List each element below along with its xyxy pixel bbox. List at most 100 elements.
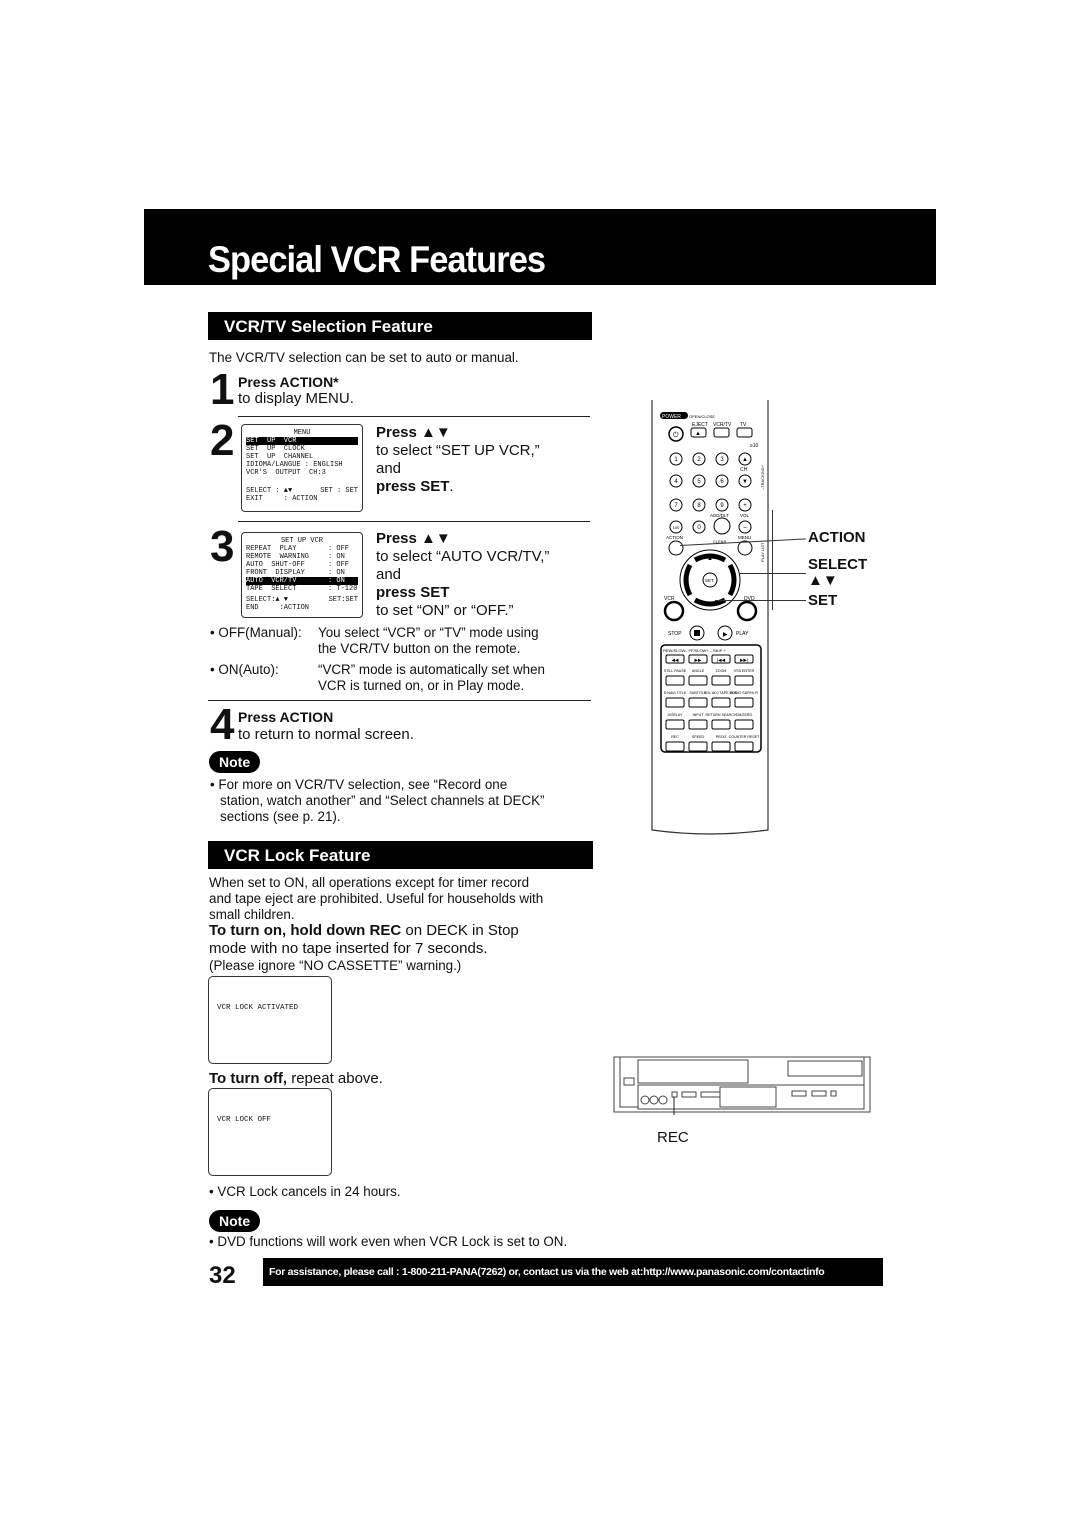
svg-text:◀◀: ◀◀	[672, 658, 679, 663]
step3-text3: to set “ON” or “OFF.”	[376, 602, 514, 619]
remote-button-label: REC	[671, 735, 679, 739]
svg-text:▲: ▲	[707, 556, 713, 562]
screen-lock-off: VCR LOCK OFF	[208, 1088, 332, 1176]
remote-button-label: AUDIO SAP/Hi-Fi	[730, 691, 758, 695]
section-heading-lock: VCR Lock Feature	[208, 841, 593, 869]
option-off: • OFF(Manual): You select “VCR” or “TV” m…	[210, 625, 539, 656]
svg-text:≥10: ≥10	[750, 443, 759, 449]
osd-exit: EXIT : ACTION	[246, 495, 318, 503]
svg-text:|◀◀: |◀◀	[717, 658, 726, 663]
step3-text1: to select “AUTO VCR/TV,”	[376, 548, 550, 565]
step2-number: 2	[210, 416, 235, 465]
osd-title: SET UP VCR	[280, 537, 323, 545]
lock-ignore: (Please ignore “NO CASSETTE” warning.)	[209, 958, 462, 973]
remote-button	[688, 719, 708, 730]
deck-illustration	[613, 1056, 871, 1115]
step2-bold2: press SET	[376, 478, 450, 495]
select-leader-line	[740, 573, 806, 574]
svg-text:CH: CH	[740, 467, 748, 473]
rec-button	[671, 1091, 678, 1098]
svg-text:▼: ▼	[742, 479, 748, 485]
note-badge: Note	[209, 751, 261, 773]
remote-button-label: SPEED	[692, 735, 705, 739]
remote-button	[688, 697, 708, 708]
page-title: Special VCR Features	[208, 239, 546, 280]
step4-number: 4	[210, 700, 235, 749]
lock-turn-on: To turn on, hold down REC on DECK in Sto…	[209, 922, 519, 957]
svg-text:▶: ▶	[723, 632, 728, 638]
svg-text:VCR/TV: VCR/TV	[713, 422, 732, 428]
step2-text2: and	[376, 460, 402, 477]
svg-text:▲: ▲	[695, 431, 701, 437]
osd-set: SET : SET	[320, 487, 358, 495]
footer-assistance: For assistance, please call : 1-800-211-…	[263, 1258, 883, 1286]
page-title-bar: Special VCR Features	[144, 209, 936, 285]
svg-text:EJECT: EJECT	[692, 422, 708, 428]
step1-bold: Press ACTION*	[238, 374, 339, 390]
svg-text:POWER: POWER	[662, 414, 681, 420]
svg-text:REW/SLOW– FF/SLOW+ – SKIP: REW/SLOW– FF/SLOW+ – SKIP +	[663, 648, 726, 653]
osd-select: SELECT:▲ ▼	[246, 596, 289, 604]
osd-row: REMOTE WARNING: ON	[246, 553, 345, 561]
remote-button	[711, 675, 731, 686]
remote-label-arrows: ▲▼	[808, 572, 838, 589]
lock-turn-off: To turn off, repeat above.	[209, 1070, 383, 1087]
osd-item: SET UP CLOCK	[246, 445, 305, 453]
remote-button	[665, 741, 685, 752]
svg-text:OPEN/CLOSE: OPEN/CLOSE	[689, 414, 715, 419]
set-leader-line	[715, 600, 806, 601]
section-heading-vcrtv: VCR/TV Selection Feature	[208, 312, 592, 340]
osd-row: REPEAT PLAY: OFF	[246, 545, 350, 553]
page-number: 32	[209, 1262, 236, 1289]
osd-select: SELECT : ▲▼	[246, 487, 293, 495]
divider	[238, 521, 590, 522]
setup-vcr-osd: SET UP VCR REPEAT PLAY: OFF REMOTE WARNIN…	[241, 532, 363, 618]
rec-label: REC	[657, 1129, 689, 1146]
remote-button	[711, 719, 731, 730]
osd-item: SET UP CHANNEL	[246, 453, 314, 461]
osd-end: END :ACTION	[246, 604, 310, 612]
step3-text2: and	[376, 566, 402, 583]
osd-row: TAPE SELECT: T-120	[246, 585, 358, 593]
remote-control-illustration: POWER OPEN/CLOSE EJECT VCR/TV TV ⏻ ▲ ≥10…	[651, 400, 769, 835]
osd-item: IDIOMA/LANGUE : ENGLISH	[246, 461, 343, 469]
svg-text:◀: ◀	[684, 579, 689, 585]
divider	[208, 700, 591, 701]
screen-text: VCR LOCK ACTIVATED	[217, 1004, 299, 1012]
remote-button-label: COUNTER RESET	[729, 735, 761, 739]
remote-button-label: D.NAVI TITLE	[664, 691, 687, 695]
vcrtv-button	[713, 427, 730, 438]
remote-button-label: INPUT	[693, 713, 705, 717]
osd-row: AUTO VCR/TV: ON	[246, 577, 358, 585]
svg-text:SET: SET	[705, 578, 714, 583]
remote-button	[665, 697, 685, 708]
osd-title: MENU	[293, 429, 311, 437]
svg-text:VOL: VOL	[740, 513, 750, 518]
remote-button	[711, 741, 731, 752]
divider	[238, 416, 590, 417]
remote-button-label: ZOOM	[716, 669, 727, 673]
remote-button	[734, 741, 754, 752]
osd-row: AUTO SHUT-OFF: OFF	[246, 561, 350, 569]
remote-button	[734, 697, 754, 708]
svg-text:PLAY: PLAY	[736, 631, 749, 637]
remote-button-label: ANGLE	[692, 669, 705, 673]
lock-cancel: • VCR Lock cancels in 24 hours.	[209, 1184, 401, 1199]
tv-button	[736, 427, 753, 438]
remote-button-label: PROG	[716, 735, 727, 739]
bracket-line	[772, 510, 773, 610]
osd-item: SET UP VCR	[246, 437, 358, 445]
svg-text:TV: TV	[740, 422, 747, 428]
svg-text:▼: ▼	[707, 602, 713, 608]
remote-button-label: VSS ENTER	[734, 669, 755, 673]
remote-button-label: DISPLAY	[668, 713, 684, 717]
remote-button	[665, 719, 685, 730]
svg-text:▶: ▶	[732, 579, 737, 585]
svg-text:ADD/DLT: ADD/DLT	[710, 513, 729, 518]
svg-text:STOP: STOP	[668, 631, 682, 637]
svg-text:+: +	[743, 503, 747, 509]
step2-end: .	[449, 478, 454, 495]
svg-text:MENU: MENU	[738, 535, 751, 540]
osd-row: FRONT DISPLAY: ON	[246, 569, 345, 577]
screen-text: VCR LOCK OFF	[217, 1116, 272, 1124]
